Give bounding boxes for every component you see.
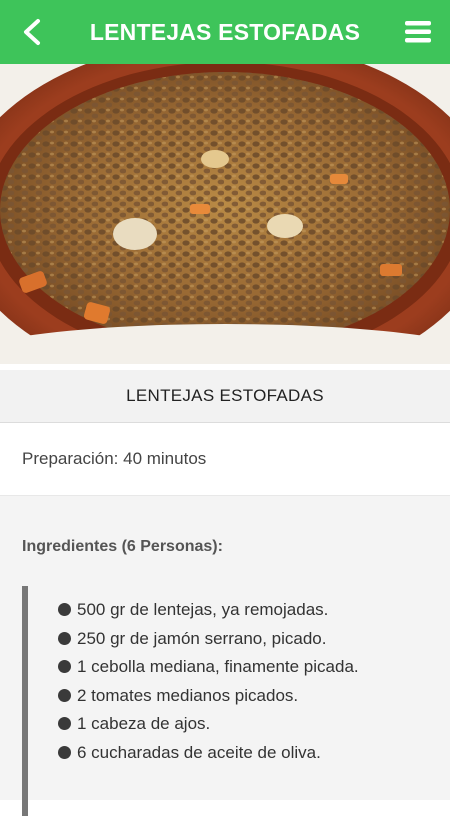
preparation-time: Preparación: 40 minutos <box>22 449 207 468</box>
bullet-icon <box>58 745 71 759</box>
preparation-row: Preparación: 40 minutos <box>0 423 450 496</box>
menu-button[interactable] <box>396 10 440 54</box>
bullet-icon <box>58 660 71 673</box>
ingredients-heading: Ingredientes (6 Personas): <box>22 538 223 555</box>
bullet-icon <box>58 631 71 645</box>
list-item: 1 cabeza de ajos. <box>58 710 440 739</box>
list-item: 2 tomates medianos picados. <box>58 682 440 711</box>
recipe-photo <box>0 64 450 364</box>
list-item: 500 gr de lentejas, ya remojadas. <box>58 596 440 625</box>
top-app-bar: LENTEJAS ESTOFADAS <box>0 0 450 64</box>
bullet-icon <box>58 688 71 702</box>
hamburger-menu-icon <box>405 21 431 43</box>
list-item: 250 gr de jamón serrano, picado. <box>58 625 440 654</box>
bullet-icon <box>58 717 71 730</box>
back-button[interactable] <box>10 10 54 54</box>
app-bar-title: LENTEJAS ESTOFADAS <box>89 18 361 45</box>
list-item: 1 cebolla mediana, finamente picada. <box>58 653 440 682</box>
recipe-title: LENTEJAS ESTOFADAS <box>0 370 450 423</box>
list-item: 6 cucharadas de aceite de oliva. <box>58 739 440 768</box>
chevron-left-icon <box>24 19 40 45</box>
ingredients-list: 500 gr de lentejas, ya remojadas. 250 gr… <box>22 586 450 816</box>
bullet-icon <box>58 603 71 616</box>
